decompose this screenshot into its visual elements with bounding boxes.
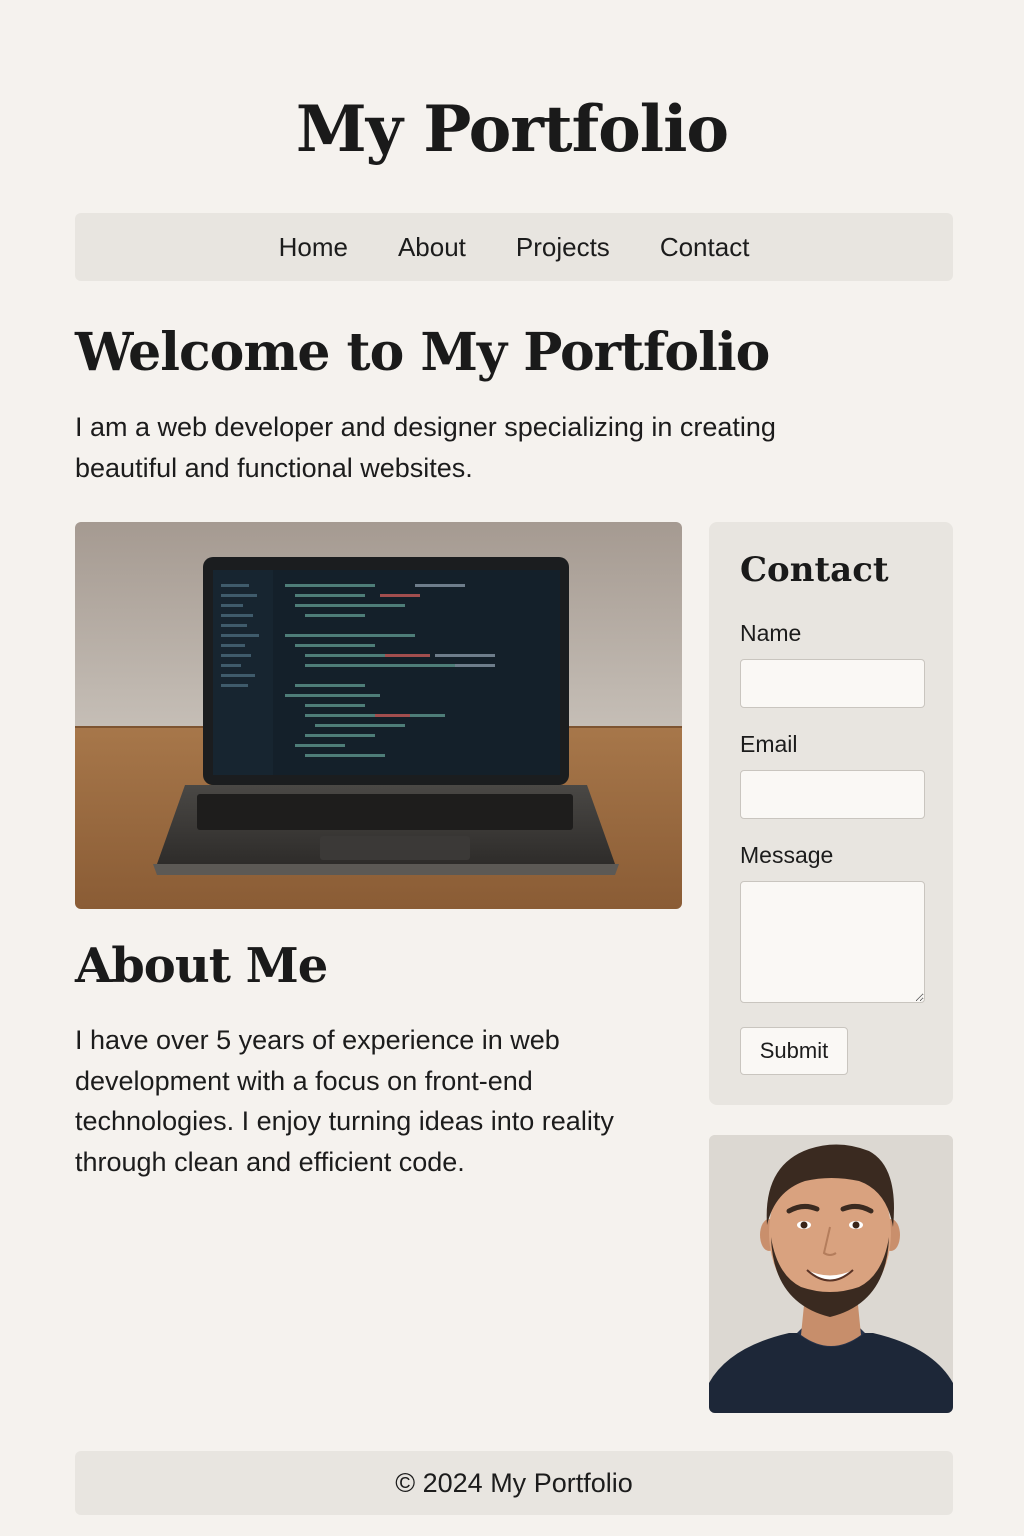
footer: © 2024 My Portfolio <box>75 1451 953 1515</box>
hero-laptop-image <box>75 522 682 909</box>
name-input[interactable] <box>740 659 925 708</box>
main-nav: Home About Projects Contact <box>75 213 953 281</box>
name-label: Name <box>740 620 802 646</box>
nav-link-home[interactable]: Home <box>254 232 373 263</box>
contact-form-card: Contact Name Email Message Submit <box>709 522 953 1105</box>
page: My Portfolio Home About Projects Contact… <box>0 0 1024 1536</box>
welcome-text: I am a web developer and designer specia… <box>75 412 776 483</box>
contact-heading: Contact <box>740 550 889 590</box>
nav-link-projects[interactable]: Projects <box>491 232 635 263</box>
about-text: I have over 5 years of experience in web… <box>75 1025 614 1177</box>
about-heading: About Me <box>75 938 328 994</box>
footer-copyright: © 2024 My Portfolio <box>395 1467 633 1498</box>
nav-link-contact[interactable]: Contact <box>635 232 775 263</box>
profile-photo <box>709 1135 953 1413</box>
message-textarea[interactable] <box>740 881 925 1003</box>
email-label: Email <box>740 731 798 757</box>
submit-button[interactable]: Submit <box>740 1027 848 1075</box>
site-title: My Portfolio <box>295 92 729 167</box>
email-input[interactable] <box>740 770 925 819</box>
welcome-heading: Welcome to My Portfolio <box>75 322 770 383</box>
nav-link-about[interactable]: About <box>373 232 491 263</box>
message-label: Message <box>740 842 834 868</box>
